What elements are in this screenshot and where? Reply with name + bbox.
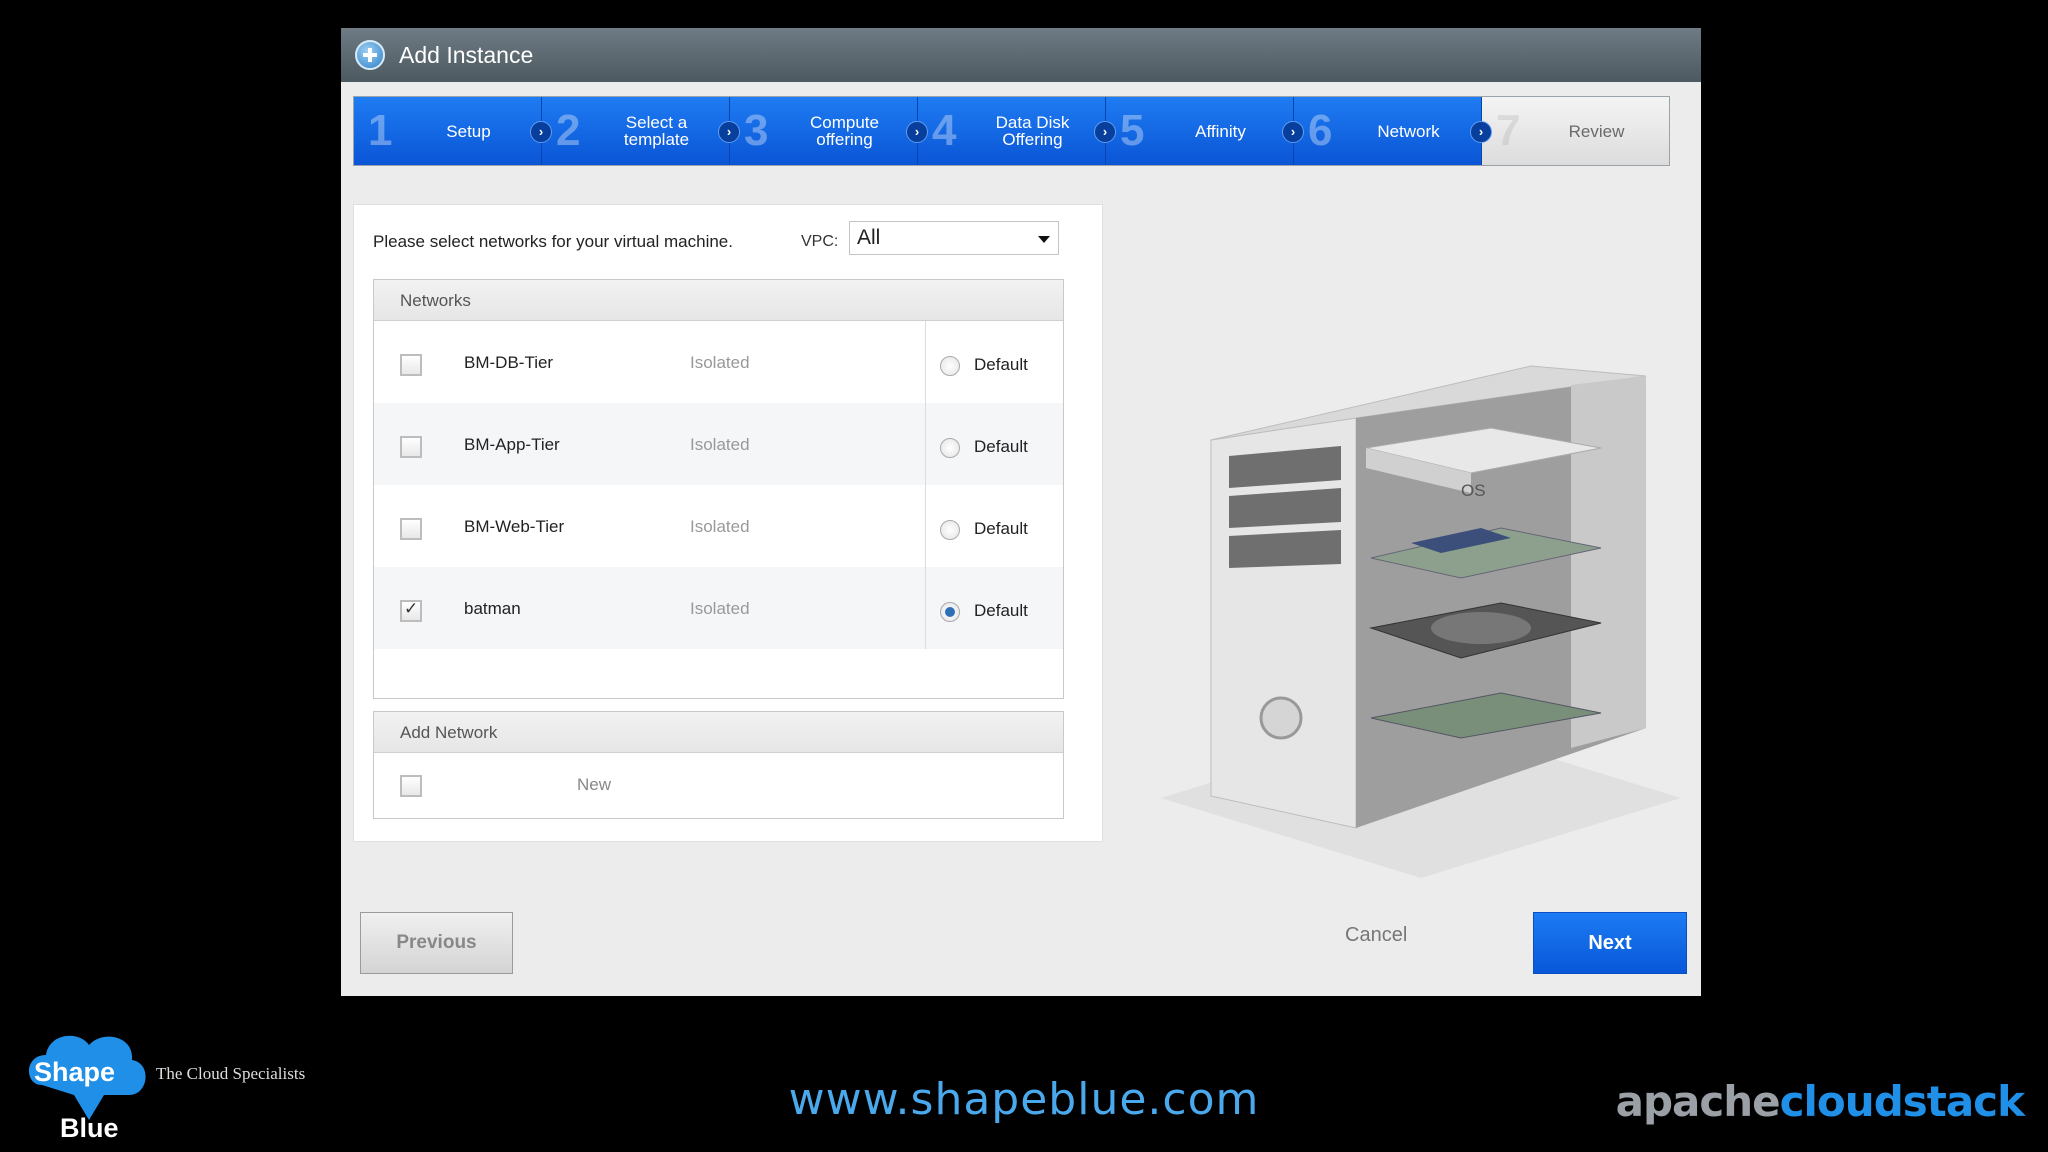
default-label: Default: [974, 355, 1028, 374]
network-prompt: Please select networks for your virtual …: [373, 232, 733, 251]
dropdown-caret-icon: [1038, 236, 1050, 243]
default-radio[interactable]: [940, 356, 960, 376]
dialog-titlebar: Add Instance: [341, 28, 1701, 82]
network-type: Isolated: [690, 517, 750, 536]
step-number: 4: [932, 106, 957, 155]
step-number: 1: [368, 106, 393, 155]
new-network-checkbox[interactable]: [400, 775, 422, 797]
step-number: 6: [1308, 106, 1333, 155]
row-divider: [925, 403, 926, 485]
add-instance-dialog: Add Instance 1 Setup › 2 Select a templa…: [341, 28, 1701, 996]
step-setup[interactable]: 1 Setup ›: [354, 97, 552, 165]
network-name: BM-Web-Tier: [464, 517, 565, 536]
chevron-right-icon: ›: [1094, 121, 1116, 143]
row-divider: [925, 321, 926, 403]
add-network-section: Add Network New: [373, 711, 1064, 819]
network-checkbox[interactable]: [400, 436, 422, 458]
vpc-selected-value: All: [857, 226, 881, 249]
step-label: Affinity: [1195, 121, 1246, 141]
network-type: Isolated: [690, 599, 750, 618]
step-affinity[interactable]: 5 Affinity ›: [1106, 97, 1304, 165]
step-select-template[interactable]: 2 Select a template ›: [542, 97, 740, 165]
add-network-row: New: [374, 753, 1063, 817]
default-label: Default: [974, 601, 1028, 620]
network-checkbox[interactable]: [400, 599, 422, 622]
vpc-label: VPC:: [801, 233, 839, 250]
apache-cloudstack-logo: apachecloudstack: [1615, 1077, 2025, 1126]
cancel-button[interactable]: Cancel: [1345, 924, 1407, 947]
step-data-disk-offering[interactable]: 4 Data Disk Offering ›: [918, 97, 1116, 165]
brand-part-1: apache: [1615, 1077, 1781, 1126]
os-label: OS: [1461, 481, 1486, 500]
network-row: batman Isolated Default: [374, 567, 1063, 649]
previous-button[interactable]: Previous: [360, 912, 513, 974]
default-radio[interactable]: [940, 520, 960, 540]
chevron-right-icon: ›: [1470, 121, 1492, 143]
row-divider: [925, 485, 926, 567]
dialog-title: Add Instance: [399, 41, 534, 68]
step-number: 2: [556, 106, 581, 155]
step-number: 3: [744, 106, 769, 155]
network-type: Isolated: [690, 435, 750, 454]
network-name: batman: [464, 599, 521, 618]
network-panel: Please select networks for your virtual …: [353, 204, 1103, 842]
step-review[interactable]: 7 Review: [1482, 97, 1669, 165]
network-checkbox[interactable]: [400, 354, 422, 376]
network-name: BM-DB-Tier: [464, 353, 554, 372]
chevron-right-icon: ›: [718, 121, 740, 143]
step-label: Compute offering: [810, 113, 879, 149]
brand-part-2: cloudstack: [1779, 1077, 2025, 1126]
server-illustration: OS: [1161, 365, 1681, 878]
row-divider: [925, 567, 926, 649]
add-icon: [355, 40, 385, 70]
network-row: BM-App-Tier Isolated Default: [374, 403, 1063, 485]
networks-header: Networks: [374, 280, 1063, 321]
default-radio[interactable]: [940, 602, 960, 622]
default-radio[interactable]: [940, 438, 960, 458]
chevron-right-icon: ›: [1282, 121, 1304, 143]
step-label: Data Disk Offering: [995, 113, 1070, 149]
chevron-right-icon: ›: [530, 121, 552, 143]
network-name: BM-App-Tier: [464, 435, 560, 454]
network-type: Isolated: [690, 353, 750, 372]
step-label: Review: [1568, 121, 1625, 141]
default-label: Default: [974, 437, 1028, 456]
default-label: Default: [974, 519, 1028, 538]
server-case: [1210, 365, 1647, 829]
network-row: BM-DB-Tier Isolated Default: [374, 321, 1063, 403]
step-network[interactable]: 6 Network ›: [1294, 97, 1492, 165]
step-compute-offering[interactable]: 3 Compute offering ›: [730, 97, 928, 165]
step-label: Network: [1377, 121, 1440, 141]
chevron-right-icon: ›: [906, 121, 928, 143]
step-number: 7: [1496, 106, 1521, 155]
network-row: BM-Web-Tier Isolated Default: [374, 485, 1063, 567]
networks-list: Networks BM-DB-Tier Isolated Default BM-…: [373, 279, 1064, 699]
step-number: 5: [1120, 106, 1145, 155]
network-checkbox[interactable]: [400, 518, 422, 540]
step-label: Setup: [446, 121, 491, 141]
wizard-steps: 1 Setup › 2 Select a template › 3 Comput…: [353, 96, 1670, 166]
step-label: Select a template: [623, 113, 690, 149]
new-network-label: New: [577, 775, 612, 794]
next-button[interactable]: Next: [1533, 912, 1687, 974]
add-network-header: Add Network: [374, 712, 1063, 753]
vpc-select[interactable]: All: [849, 221, 1059, 255]
